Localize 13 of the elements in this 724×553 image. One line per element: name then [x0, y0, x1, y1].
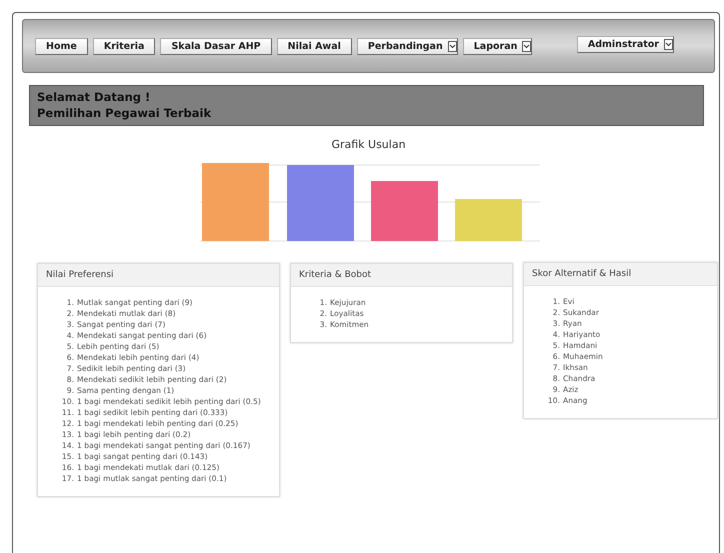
nav-dropdown[interactable]: Laporan	[462, 38, 532, 54]
panel-title: Nilai Preferensi	[38, 264, 279, 288]
app-subtitle: Pemilihan Pegawai Terbaik	[37, 106, 212, 122]
nav-button[interactable]: Kriteria	[92, 38, 156, 54]
nav-dropdown[interactable]: Perbandingan	[356, 38, 458, 54]
nav-dropdown[interactable]: Adminstrator	[576, 36, 674, 52]
chart-title: Grafik Usulan	[330, 138, 407, 152]
welcome-text: Selamat Datang !	[37, 90, 150, 106]
nav-button[interactable]: Nilai Awal	[276, 38, 352, 54]
nav-button[interactable]: Skala Dasar AHP	[160, 38, 272, 54]
nav-button[interactable]: Home	[35, 38, 88, 54]
panel-title: Skor Alternatif & Hasil	[524, 263, 717, 286]
panel-title: Kriteria & Bobot	[291, 264, 512, 288]
